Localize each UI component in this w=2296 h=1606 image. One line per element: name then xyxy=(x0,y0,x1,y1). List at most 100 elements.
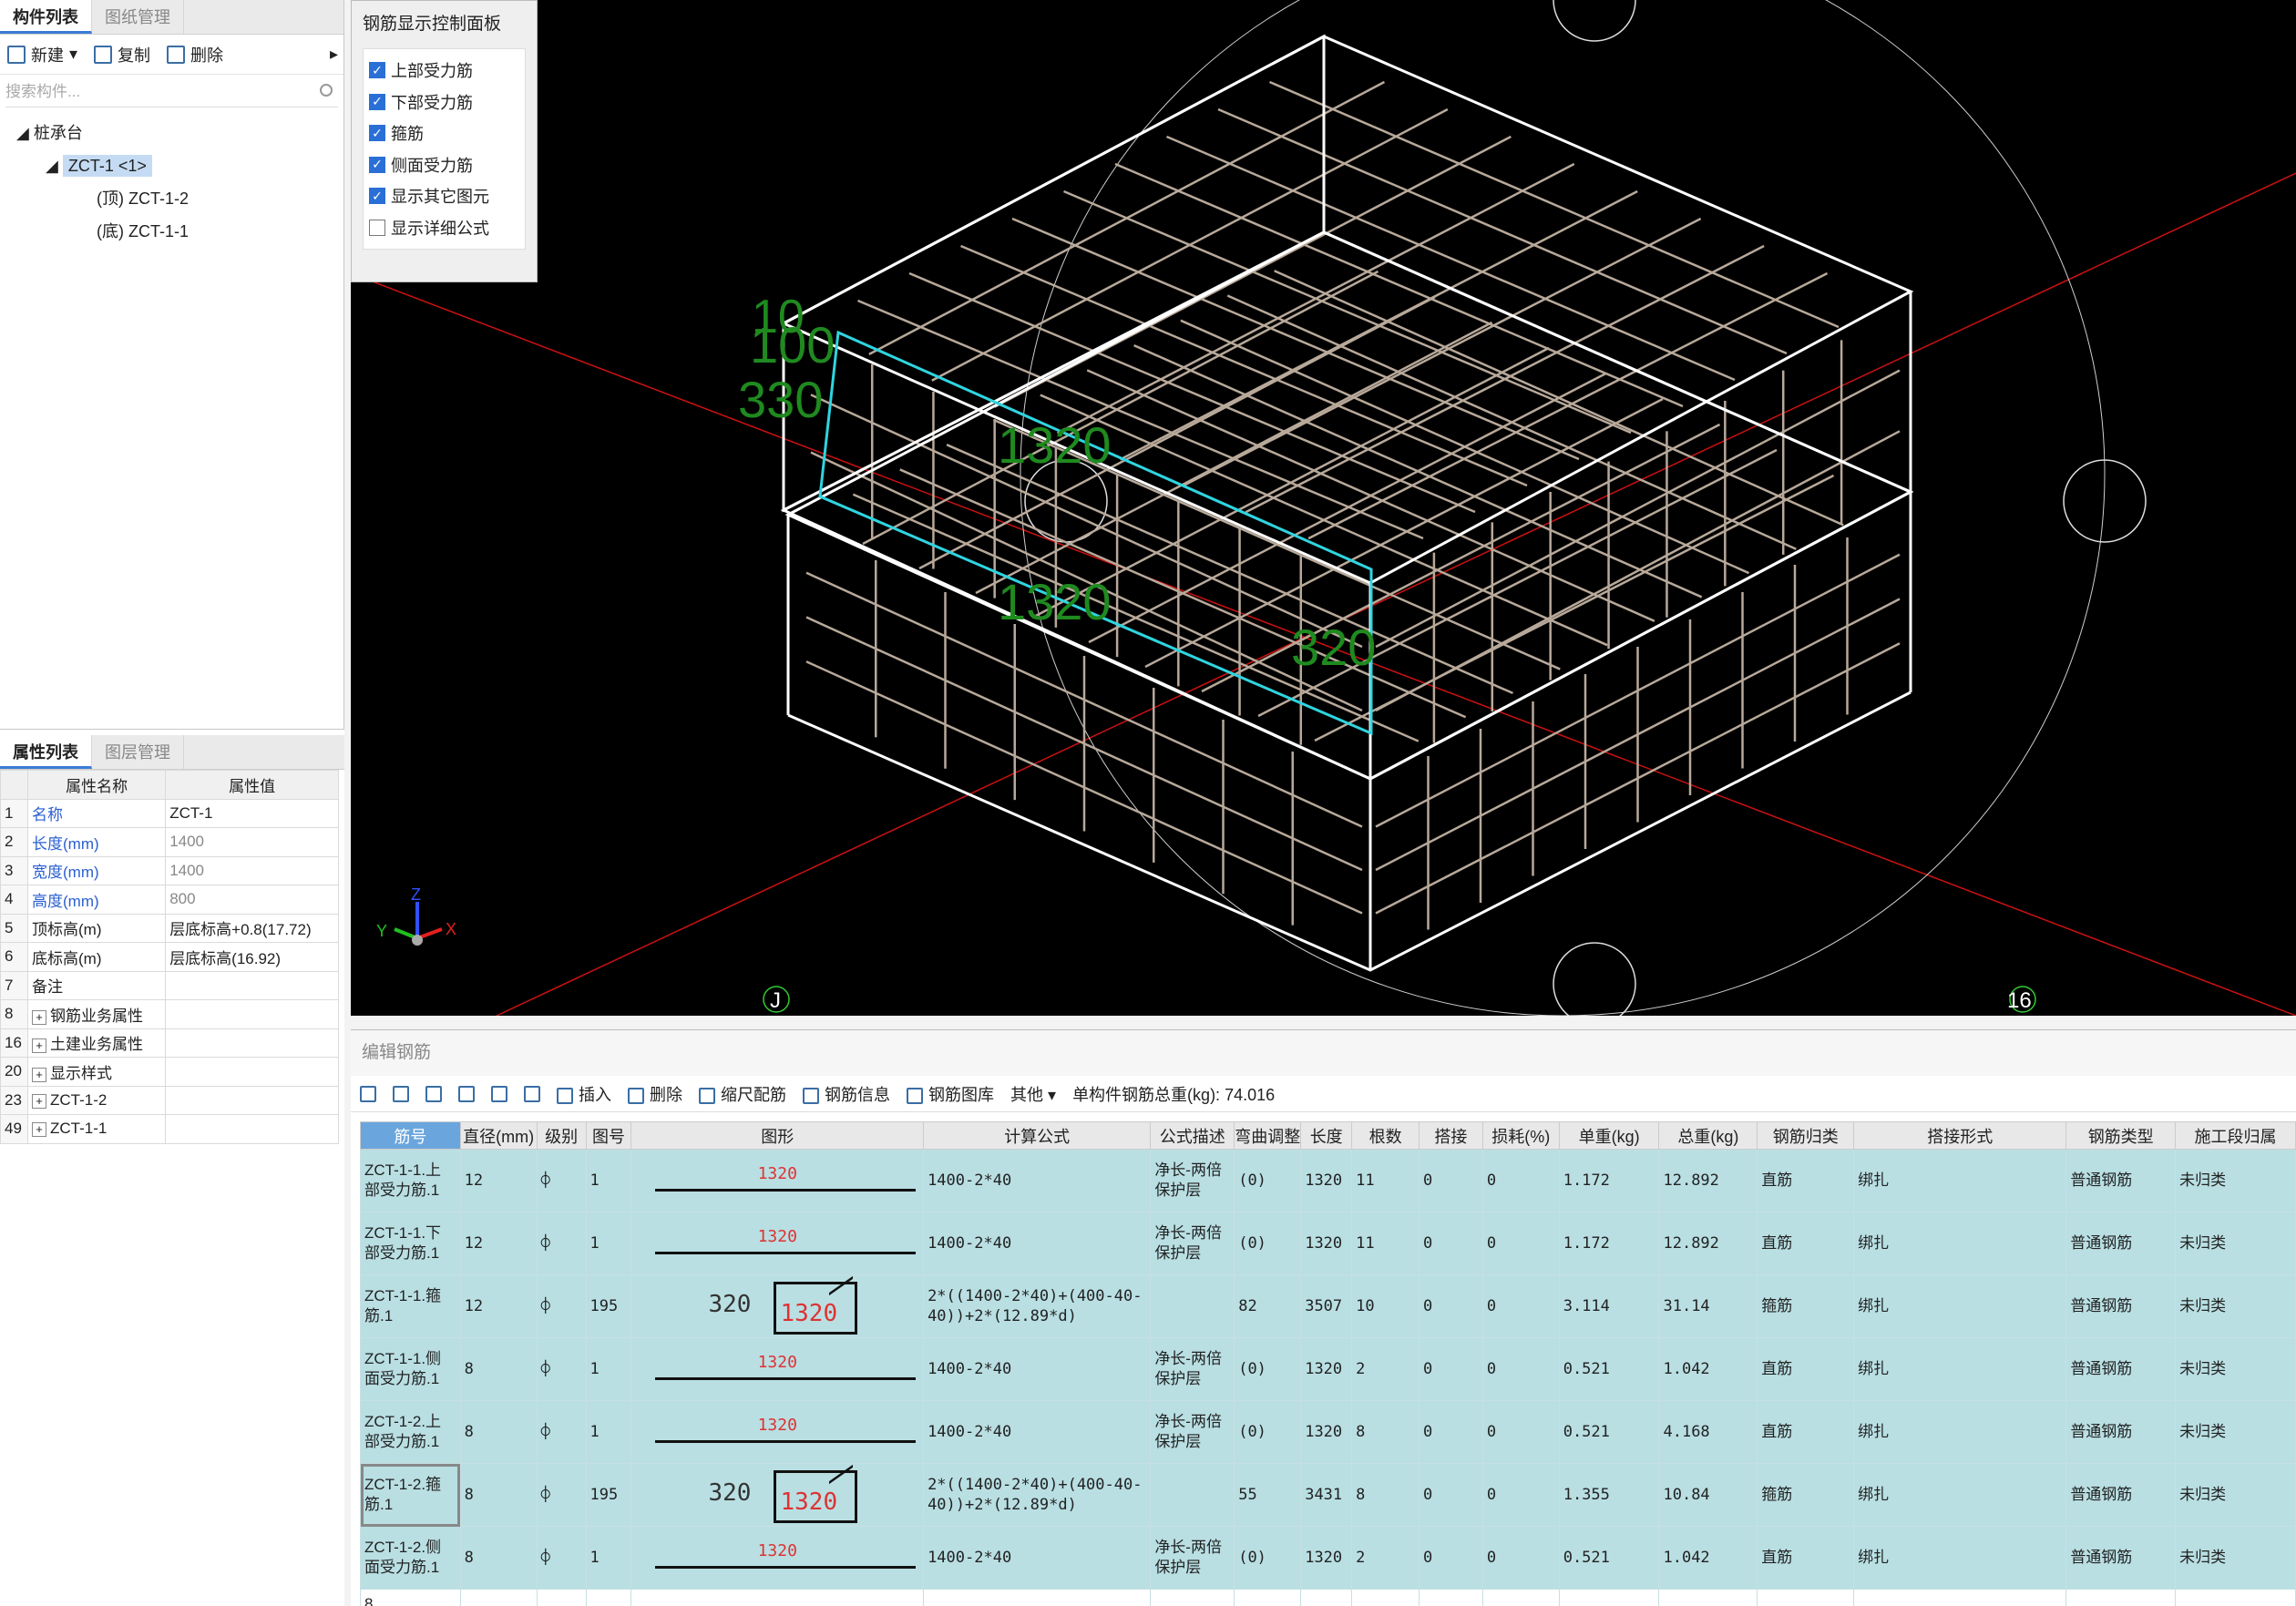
shape-cell[interactable]: 1320 xyxy=(630,1400,925,1464)
rebar-name-cell[interactable]: ZCT-1-1.下部受力筋.1 xyxy=(360,1212,461,1275)
cell-desc[interactable] xyxy=(1150,1274,1235,1338)
column-header[interactable]: 筋号 xyxy=(360,1121,461,1150)
shape-cell[interactable]: 1320 xyxy=(630,1149,925,1212)
cell-grade[interactable]: ⌽ xyxy=(536,1400,587,1464)
column-header[interactable]: 搭接 xyxy=(1418,1121,1483,1150)
cell-formula[interactable]: 2*((1400-2*40)+(400-40-40))+2*(12.89*d) xyxy=(923,1274,1152,1338)
cell-lap[interactable]: 0 xyxy=(1418,1463,1483,1527)
checkbox[interactable]: ✓ xyxy=(369,62,385,79)
cell-unit[interactable]: 0.521 xyxy=(1558,1337,1660,1401)
cell-cat[interactable]: 箍筋 xyxy=(1757,1463,1855,1527)
cell-count[interactable]: 8 xyxy=(1351,1400,1420,1464)
cell-unit[interactable]: 0.521 xyxy=(1558,1526,1660,1590)
column-header[interactable]: 钢筋归类 xyxy=(1757,1121,1855,1150)
cell-seg[interactable]: 未归类 xyxy=(2175,1149,2296,1212)
cell-fig[interactable]: 1 xyxy=(585,1526,632,1590)
cell-desc[interactable]: 净长-两倍保护层 xyxy=(1150,1526,1235,1590)
copy-button[interactable]: 复制 xyxy=(94,43,150,66)
rebar-name-cell[interactable]: ZCT-1-1.上部受力筋.1 xyxy=(360,1149,461,1212)
other-dropdown[interactable]: 其他 ▾ xyxy=(1010,1082,1056,1106)
expand-icon[interactable]: + xyxy=(32,1009,46,1025)
cell-count[interactable]: 11 xyxy=(1351,1149,1420,1212)
insert-button[interactable]: 插入 xyxy=(557,1082,611,1106)
cell-type[interactable]: 普通钢筋 xyxy=(2065,1149,2177,1212)
cell-lap[interactable]: 0 xyxy=(1418,1337,1483,1401)
column-header[interactable]: 钢筋类型 xyxy=(2065,1121,2177,1150)
rebar-row[interactable]: ZCT-1-2.上部受力筋.1 8 ⌽ 1 1320 1400-2*40 净长-两倍保护层(… xyxy=(360,1400,2296,1464)
display-option[interactable]: ✓ 上部受力筋 xyxy=(369,55,519,87)
cell-fig[interactable]: 1 xyxy=(585,1149,632,1212)
cell-count[interactable]: 8 xyxy=(1351,1463,1420,1527)
property-value[interactable] xyxy=(165,1085,339,1115)
cell-fig[interactable]: 1 xyxy=(585,1212,632,1275)
cell-unit[interactable]: 3.114 xyxy=(1558,1274,1660,1338)
cell-dia[interactable]: 12 xyxy=(459,1274,538,1338)
cell-bend[interactable]: (0) xyxy=(1234,1149,1302,1212)
column-header[interactable]: 弯曲调整 xyxy=(1234,1121,1302,1150)
column-header[interactable]: 图号 xyxy=(585,1121,632,1150)
rebar-name-cell[interactable]: ZCT-1-1.箍筋.1 xyxy=(360,1274,461,1338)
cell-type[interactable]: 普通钢筋 xyxy=(2065,1526,2177,1590)
cell-lap_form[interactable]: 绑扎 xyxy=(1853,1274,2067,1338)
viewport-3d[interactable]: 10 100 330 1320 1320 320 J 16 Z Y X xyxy=(351,0,2296,1016)
cell-total[interactable]: 12.892 xyxy=(1658,1212,1758,1275)
cell-dia[interactable]: 12 xyxy=(459,1212,538,1275)
cell-cat[interactable]: 直筋 xyxy=(1757,1400,1855,1464)
cell-dia[interactable]: 8 xyxy=(459,1463,538,1527)
collapse-icon[interactable]: ◢ xyxy=(16,124,34,142)
cell-count[interactable]: 2 xyxy=(1351,1526,1420,1590)
cell-grade[interactable]: ⌽ xyxy=(536,1463,587,1527)
cell-len[interactable]: 1320 xyxy=(1300,1526,1353,1590)
column-header[interactable]: 公式描述 xyxy=(1150,1121,1235,1150)
cell-desc[interactable] xyxy=(1150,1463,1235,1527)
column-header[interactable]: 单重(kg) xyxy=(1558,1121,1660,1150)
property-value[interactable]: 1400 xyxy=(165,855,339,885)
column-header[interactable]: 施工段归属 xyxy=(2175,1121,2296,1150)
column-header[interactable]: 级别 xyxy=(536,1121,587,1150)
cell-cat[interactable]: 箍筋 xyxy=(1757,1274,1855,1338)
shape-cell[interactable]: 1320 xyxy=(630,1526,925,1590)
property-row[interactable]: 4 高度(mm) 800 xyxy=(0,885,339,915)
cell-dia[interactable]: 12 xyxy=(459,1149,538,1212)
cell-desc[interactable]: 净长-两倍保护层 xyxy=(1150,1149,1235,1212)
cell-formula[interactable]: 1400-2*40 xyxy=(923,1212,1152,1275)
rebar-row[interactable]: ZCT-1-2.箍筋.1 8 ⌽ 195 320 1320 2*((1400-2*40)+(… xyxy=(360,1463,2296,1527)
cell-len[interactable]: 1320 xyxy=(1300,1400,1353,1464)
checkbox[interactable]: ✓ xyxy=(369,188,385,205)
column-header[interactable]: 直径(mm) xyxy=(459,1121,538,1150)
tab-drawing-management[interactable]: 图纸管理 xyxy=(92,0,184,34)
cell-loss[interactable]: 0 xyxy=(1481,1400,1560,1464)
property-row[interactable]: 8 + 钢筋业务属性 xyxy=(0,999,339,1029)
cell-total[interactable]: 10.84 xyxy=(1658,1463,1758,1527)
cell-len[interactable]: 3507 xyxy=(1300,1274,1353,1338)
checkbox[interactable]: ✓ xyxy=(369,93,385,110)
column-header[interactable]: 根数 xyxy=(1351,1121,1420,1150)
cell-formula[interactable]: 2*((1400-2*40)+(400-40-40))+2*(12.89*d) xyxy=(923,1463,1152,1527)
shape-cell[interactable]: 320 1320 xyxy=(630,1274,925,1338)
more-icon[interactable]: ▸ xyxy=(330,45,338,64)
cell-loss[interactable]: 0 xyxy=(1481,1337,1560,1401)
tree-child-bottom[interactable]: (底) ZCT-1-1 xyxy=(0,215,343,248)
cell-len[interactable]: 1320 xyxy=(1300,1212,1353,1275)
cell-total[interactable]: 12.892 xyxy=(1658,1149,1758,1212)
cell-seg[interactable]: 未归类 xyxy=(2175,1400,2296,1464)
first-icon[interactable] xyxy=(360,1085,376,1102)
cell-total[interactable]: 1.042 xyxy=(1658,1526,1758,1590)
cell-loss[interactable]: 0 xyxy=(1481,1526,1560,1590)
next-icon[interactable] xyxy=(425,1085,442,1102)
cell-unit[interactable]: 1.172 xyxy=(1558,1212,1660,1275)
cell-fig[interactable]: 1 xyxy=(585,1337,632,1401)
cell-cat[interactable]: 直筋 xyxy=(1757,1526,1855,1590)
property-row[interactable]: 49 + ZCT-1-1 xyxy=(0,1114,339,1144)
cell-fig[interactable]: 195 xyxy=(585,1463,632,1527)
checkbox[interactable] xyxy=(369,219,385,236)
property-row[interactable]: 2 长度(mm) 1400 xyxy=(0,827,339,857)
property-row[interactable]: 1 名称 ZCT-1 xyxy=(0,798,339,828)
column-header[interactable]: 计算公式 xyxy=(923,1121,1152,1150)
cell-lap[interactable]: 0 xyxy=(1418,1526,1483,1590)
cell-total[interactable]: 31.14 xyxy=(1658,1274,1758,1338)
cell-bend[interactable]: (0) xyxy=(1234,1337,1302,1401)
delete-button[interactable]: 删除 xyxy=(167,43,223,66)
collapse-icon[interactable]: ◢ xyxy=(46,157,63,175)
cell-dia[interactable]: 8 xyxy=(459,1337,538,1401)
